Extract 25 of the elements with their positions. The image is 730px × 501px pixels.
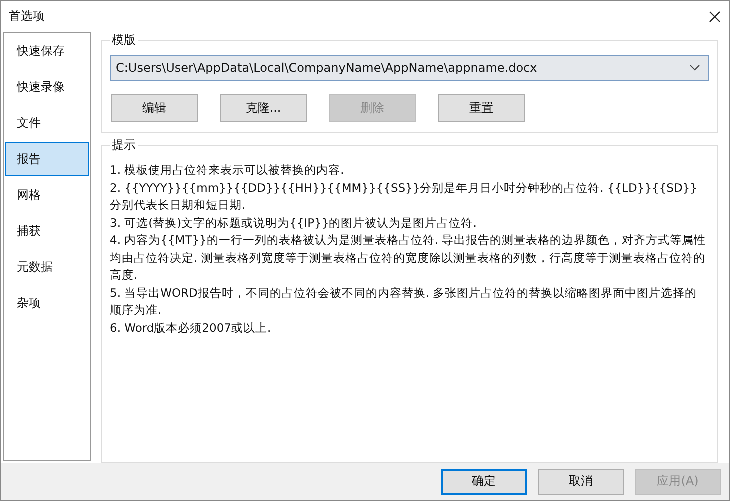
hint-text: 2. {{YYYY}}{{mm}}{{DD}}{{HH}}{{MM}}{{SS}}分别是年月日小时分钟秒的占位符. {{LD}}{{SD}}分别代表长日期和短日期. xyxy=(110,180,698,214)
hint-text: 3. 可选(替换)文字的标题或说明为{{IP}}的图片被认为是图片占位符. xyxy=(110,214,478,232)
sidebar-item[interactable]: 文件 xyxy=(5,106,89,140)
template-button[interactable]: 重置 xyxy=(438,94,525,122)
sidebar-item[interactable]: 捕获 xyxy=(5,214,89,248)
template-dropdown[interactable]: C:Users\User\AppData\Local\CompanyName\AppName\appname.docx xyxy=(110,55,709,81)
sidebar-item[interactable]: 快速录像 xyxy=(5,70,89,104)
group-title: 模版 xyxy=(111,32,137,49)
sidebar-item[interactable]: 杂项 xyxy=(5,286,89,320)
template-button[interactable]: 编辑 xyxy=(111,94,198,122)
sidebar-item[interactable]: 网格 xyxy=(5,178,89,212)
sidebar-item[interactable]: 快速保存 xyxy=(5,34,89,68)
dialog-button[interactable]: 取消 xyxy=(538,468,624,494)
sidebar-item[interactable]: 元数据 xyxy=(5,250,89,284)
hint-text: 1. 模板使用占位符来表示可以被替换的内容. xyxy=(110,162,346,179)
chevron-down-icon xyxy=(690,65,700,71)
template-button[interactable]: 克隆... xyxy=(220,94,307,122)
dialog-button[interactable]: 确定 xyxy=(441,468,527,494)
group-title: 提示 xyxy=(111,137,137,154)
close-icon[interactable] xyxy=(709,10,721,22)
hint-text: 5. 当导出WORD报告时，不同的占位符会被不同的内容替换. 多张图片占位符的替换以缩略图界面中图片选择的顺序为准. xyxy=(110,284,698,319)
hint-text: 6. Word版本必须2007或以上. xyxy=(110,320,272,336)
window-title: 首选项 xyxy=(9,8,45,25)
hint-text: 4. 内容为{{MT}}的一行一列的表格被认为是测量表格占位符. 导出报告的测量表格的边界颜色，对齐方式等属性均由占位符决定. 测量表格列宽度等于测量表格占位符的宽度除以测量表格的列数，行高度等于测量表格占位符的高度. xyxy=(110,232,708,284)
sidebar-item[interactable]: 报告 xyxy=(5,142,89,176)
